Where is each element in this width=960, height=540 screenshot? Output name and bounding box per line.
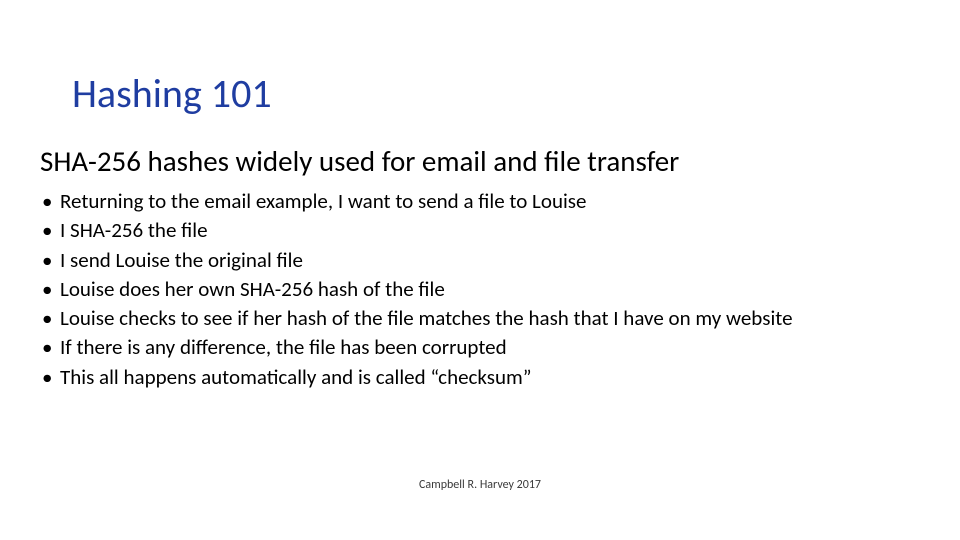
slide-title: Hashing 101	[72, 72, 272, 116]
list-item: Returning to the email example, I want t…	[40, 188, 920, 215]
list-item: I send Louise the original file	[40, 247, 920, 274]
list-item: This all happens automatically and is ca…	[40, 364, 920, 391]
list-item: I SHA-256 the file	[40, 217, 920, 244]
bullet-list: Returning to the email example, I want t…	[40, 188, 920, 393]
slide-footer: Campbell R. Harvey 2017	[0, 478, 960, 492]
list-item: Louise checks to see if her hash of the …	[40, 305, 920, 332]
slide: Hashing 101 SHA-256 hashes widely used f…	[0, 0, 960, 540]
list-item: Louise does her own SHA-256 hash of the …	[40, 276, 920, 303]
list-item: If there is any difference, the file has…	[40, 334, 920, 361]
slide-subtitle: SHA-256 hashes widely used for email and…	[40, 145, 679, 178]
